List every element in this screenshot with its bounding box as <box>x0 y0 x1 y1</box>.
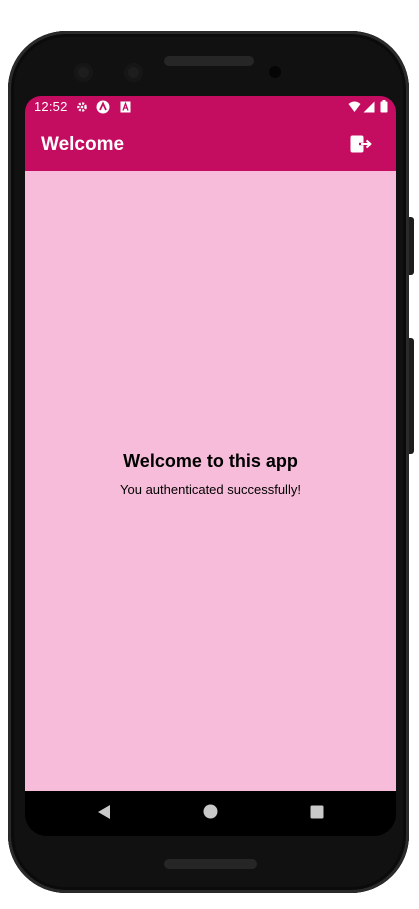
welcome-heading: Welcome to this app <box>123 451 298 471</box>
screen: 12:52 Welcome Welcome to this app You au… <box>25 96 396 836</box>
power-button <box>409 338 414 454</box>
app-bar: Welcome <box>25 119 396 171</box>
app-bar-title: Welcome <box>41 134 125 155</box>
battery-icon <box>380 100 388 113</box>
status-bar: 12:52 <box>25 96 396 119</box>
front-camera <box>124 63 143 82</box>
home-icon <box>203 804 218 824</box>
front-camera <box>74 63 93 82</box>
text-a-icon <box>120 101 132 113</box>
cellular-signal-icon <box>363 101 375 113</box>
proximity-sensor <box>269 66 281 78</box>
main-content: Welcome to this app You authenticated su… <box>25 171 396 791</box>
bottom-speaker <box>164 859 257 869</box>
logout-button[interactable] <box>343 128 379 164</box>
status-time: 12:52 <box>34 99 68 114</box>
recents-icon <box>310 805 324 824</box>
wifi-icon <box>348 101 361 113</box>
logout-icon <box>350 135 372 158</box>
settings-icon <box>76 101 88 113</box>
back-icon <box>97 804 111 825</box>
navigation-bar <box>25 791 396 836</box>
auth-success-message: You authenticated successfully! <box>120 482 301 497</box>
app-logo-icon <box>96 100 110 114</box>
home-button[interactable] <box>195 799 225 829</box>
volume-button <box>409 217 414 275</box>
back-button[interactable] <box>89 799 119 829</box>
earpiece-speaker <box>164 56 254 66</box>
recents-button[interactable] <box>302 799 332 829</box>
